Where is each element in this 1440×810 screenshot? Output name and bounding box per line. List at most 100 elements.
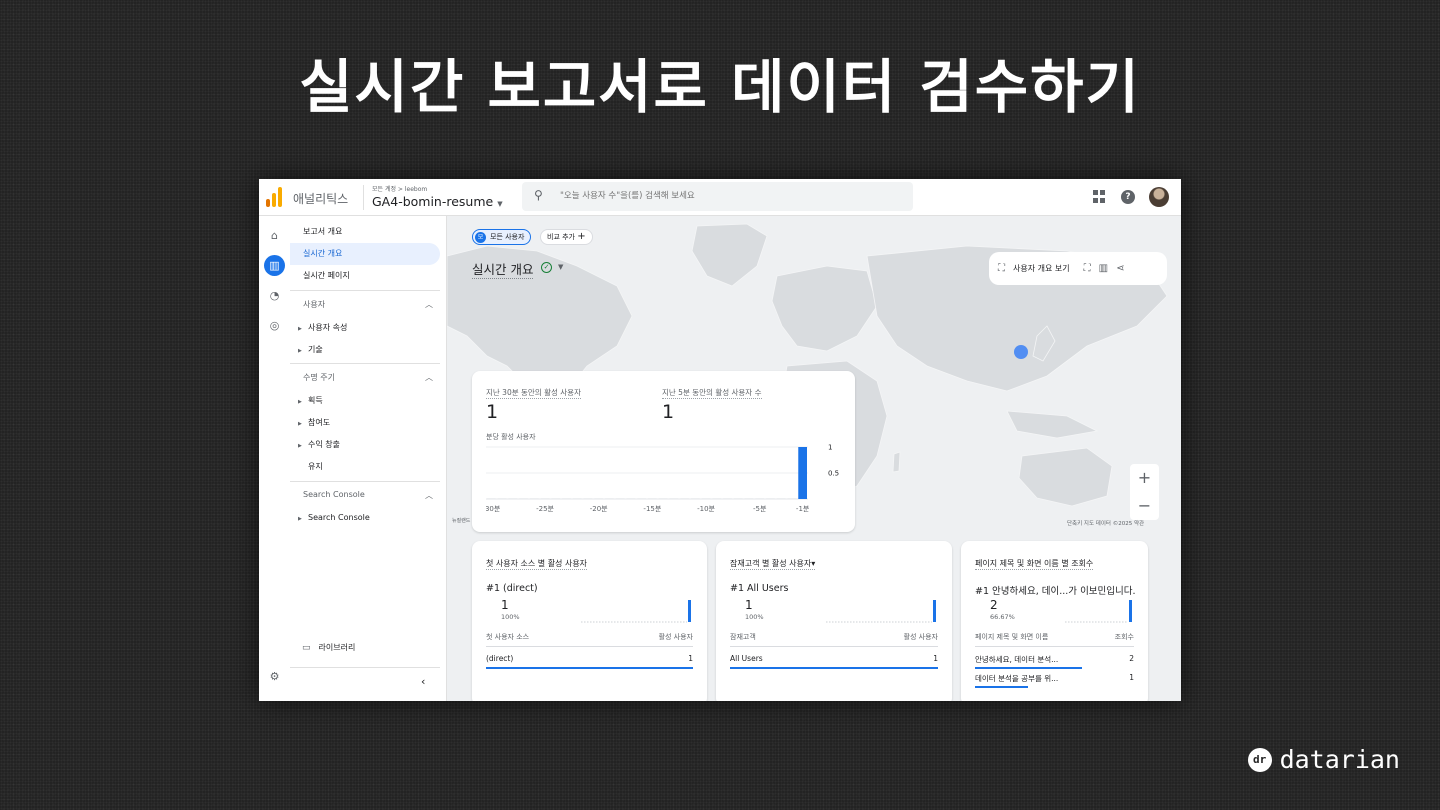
- bar: [712, 498, 722, 499]
- bar: [723, 498, 732, 499]
- nav-item-realtime-overview[interactable]: 실시간 개요: [290, 243, 440, 265]
- apps-grid-icon[interactable]: [1093, 190, 1107, 204]
- chevron-up-icon: ︿: [425, 300, 433, 309]
- bar: [637, 498, 646, 499]
- kpi-5min-label[interactable]: 지난 5분 동안의 활성 사용자 수: [662, 387, 762, 399]
- top-percent: 100%: [745, 613, 764, 621]
- row-share-bar: [486, 667, 693, 669]
- card-title[interactable]: 페이지 제목 및 화면 이름 별 조회수: [975, 558, 1094, 570]
- nav-item-reports-snapshot[interactable]: 보고서 개요: [290, 221, 440, 243]
- section-user[interactable]: 사용자 ︿: [303, 299, 433, 310]
- x-tick-label: -15분: [643, 505, 661, 513]
- table-row[interactable]: (direct) 1: [486, 654, 693, 663]
- chevron-down-icon[interactable]: ▼: [558, 263, 563, 271]
- bar: [787, 498, 797, 499]
- zoom-in-button[interactable]: +: [1130, 464, 1159, 492]
- triangle-right-icon: ▶: [298, 443, 302, 449]
- map-attribution: 단축키 지도 데이터 ©2025 약관: [1067, 521, 1145, 527]
- segment-label: 모든 사용자: [490, 233, 525, 241]
- gear-icon[interactable]: ⚙: [264, 666, 285, 687]
- row-value: 1: [688, 654, 693, 663]
- explore-icon[interactable]: ◔: [264, 285, 285, 306]
- brand-logo: dr datarian: [1247, 745, 1400, 774]
- segment-badge: 모: [475, 232, 486, 243]
- top-value: 1: [745, 598, 753, 612]
- bar: [497, 498, 507, 499]
- bar: [529, 498, 539, 499]
- advertising-icon[interactable]: ◎: [264, 315, 285, 336]
- section-lifecycle-label: 수명 주기: [303, 373, 335, 382]
- reports-icon[interactable]: ▥: [264, 255, 285, 276]
- help-icon[interactable]: ?: [1121, 190, 1135, 204]
- add-comparison-button[interactable]: 비교 추가 +: [540, 229, 593, 245]
- bar: [798, 447, 807, 499]
- add-comparison-label: 비교 추가: [547, 233, 575, 241]
- table-row[interactable]: 안녕하세요, 데이터 분석... 2: [975, 654, 1134, 665]
- nav-item-label: 유지: [308, 462, 323, 471]
- nav-item-library[interactable]: ▭ 라이브러리: [302, 642, 355, 653]
- nav-item-monetization[interactable]: ▶ 수익 창출: [298, 439, 340, 450]
- search-bar[interactable]: ⚲: [522, 182, 913, 211]
- nav-item-engagement[interactable]: ▶ 참여도: [298, 417, 330, 428]
- user-snapshot-icon: ⛶: [998, 263, 1005, 274]
- column-header[interactable]: 활성 사용자: [659, 632, 693, 642]
- bar: [519, 498, 528, 499]
- bar: [755, 498, 765, 499]
- avatar[interactable]: [1149, 187, 1169, 207]
- active-users-per-minute-chart[interactable]: 1 0.5 -30분 -25분 -20분 -15분 -10분 -5분 -1분: [486, 443, 846, 523]
- table-header: 첫 사용자 소스 활성 사용자: [486, 632, 693, 647]
- column-header[interactable]: 첫 사용자 소스: [486, 633, 529, 641]
- nav-item-label: 라이브러리: [318, 643, 356, 652]
- row-value: 1: [933, 654, 938, 663]
- divider: [290, 481, 440, 482]
- x-tick-label: -5분: [753, 505, 767, 513]
- row-label: (direct): [486, 654, 514, 663]
- table-row[interactable]: All Users 1: [730, 654, 938, 663]
- column-header[interactable]: 조회수: [1115, 632, 1134, 642]
- chevron-down-icon: ▼: [497, 200, 503, 208]
- nav-item-acquisition[interactable]: ▶ 획득: [298, 395, 323, 406]
- segment-chip-all-users[interactable]: 모 모든 사용자: [472, 229, 532, 245]
- bar: [594, 498, 604, 499]
- section-search-console[interactable]: Search Console ︿: [303, 490, 433, 500]
- share-icon[interactable]: ⋖: [1116, 263, 1124, 274]
- bar: [766, 498, 775, 499]
- top-rank: #1 All Users: [730, 583, 789, 594]
- card-title[interactable]: 첫 사용자 소스 별 활성 사용자: [486, 558, 588, 570]
- view-user-snapshot-button[interactable]: 사용자 개요 보기: [1013, 263, 1070, 274]
- column-header[interactable]: 활성 사용자: [904, 632, 938, 642]
- card-title[interactable]: 잠재고객 별 활성 사용자▾: [730, 558, 816, 570]
- row-value: 1: [1129, 673, 1134, 682]
- triangle-right-icon: ▶: [298, 421, 302, 427]
- nav-item-label: 기술: [308, 345, 323, 354]
- property-name: GA4-bomin-resume: [372, 194, 494, 209]
- bar: [648, 498, 657, 499]
- home-icon[interactable]: ⌂: [264, 225, 285, 246]
- analytics-logo-icon[interactable]: [266, 187, 284, 207]
- column-header[interactable]: 잠재고객: [730, 633, 756, 641]
- property-selector[interactable]: GA4-bomin-resume ▼: [372, 194, 503, 209]
- nav-item-user-attributes[interactable]: ▶ 사용자 속성: [298, 322, 347, 333]
- kpi-30min-label[interactable]: 지난 30분 동안의 활성 사용자: [486, 387, 581, 399]
- row-label: All Users: [730, 654, 763, 663]
- nav-item-realtime-pages[interactable]: 실시간 페이지: [290, 265, 440, 287]
- app-name[interactable]: 애널리틱스: [293, 190, 348, 207]
- triangle-right-icon: ▶: [298, 399, 302, 405]
- bar: [733, 498, 743, 499]
- search-input[interactable]: [560, 188, 900, 204]
- column-header[interactable]: 페이지 제목 및 화면 이름: [975, 633, 1048, 641]
- nav-item-search-console[interactable]: ▶ Search Console: [298, 513, 370, 522]
- nav-item-tech[interactable]: ▶ 기술: [298, 344, 323, 355]
- collapse-nav-icon[interactable]: ‹: [421, 675, 425, 688]
- zoom-out-button[interactable]: −: [1130, 492, 1159, 520]
- table-row[interactable]: 데이터 분석을 공부를 위... 1: [975, 673, 1134, 684]
- page-title-card: 페이지 제목 및 화면 이름 별 조회수 #1 안녕하세요, 데이...가 이보민…: [961, 541, 1148, 701]
- compare-columns-icon[interactable]: ▥: [1099, 263, 1108, 274]
- map-zoom-control: + −: [1130, 464, 1159, 520]
- nav-item-retention[interactable]: 유지: [298, 461, 323, 472]
- section-lifecycle[interactable]: 수명 주기 ︿: [303, 372, 433, 383]
- map-label: 뉴질랜드: [452, 518, 471, 524]
- bar: [605, 498, 614, 499]
- check-circle-icon[interactable]: ✓: [541, 262, 552, 273]
- fullscreen-icon[interactable]: ⛶: [1084, 263, 1091, 274]
